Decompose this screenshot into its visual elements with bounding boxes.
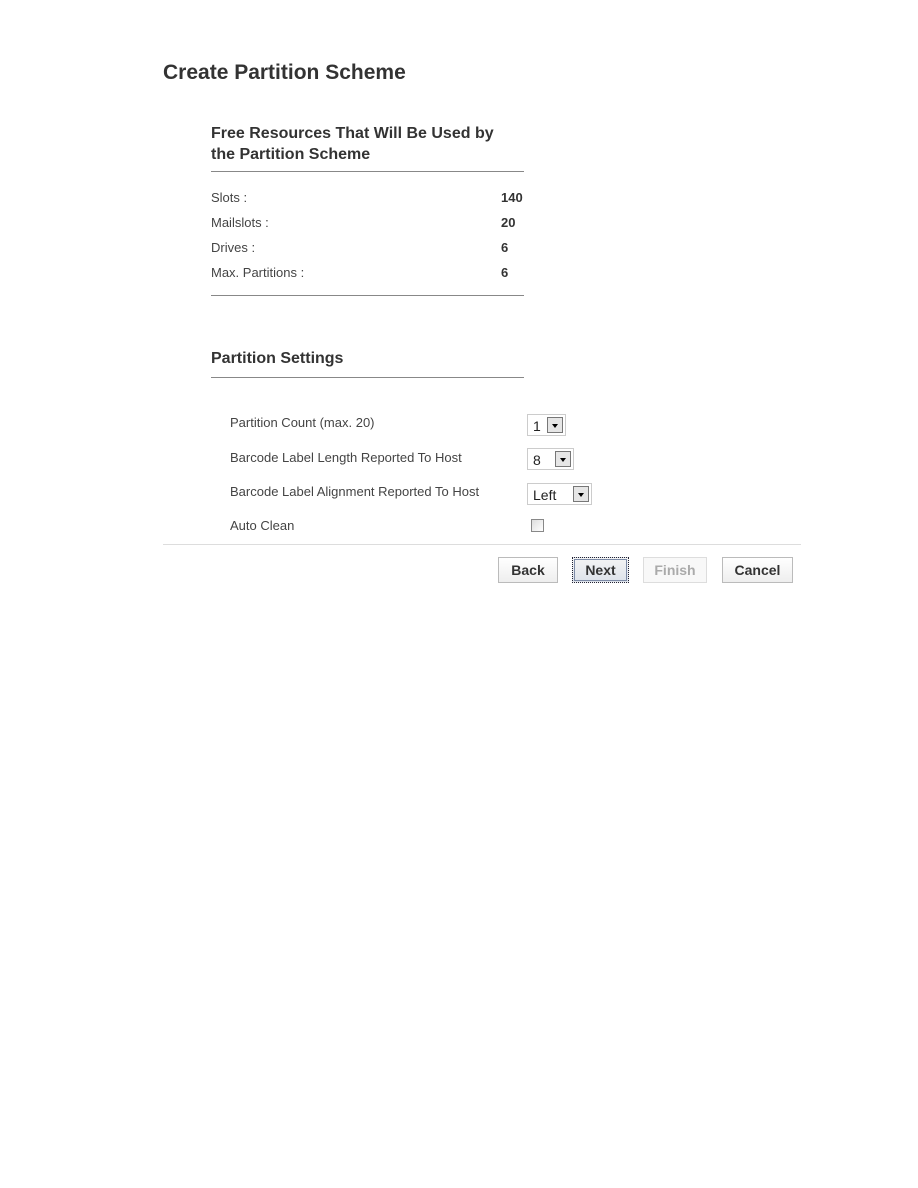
- partition-settings-heading: Partition Settings: [211, 350, 344, 367]
- divider: [211, 295, 524, 296]
- page-title: Create Partition Scheme: [163, 61, 406, 84]
- auto-clean-label: Auto Clean: [230, 518, 295, 533]
- chevron-down-icon: [573, 486, 589, 502]
- auto-clean-checkbox[interactable]: [531, 519, 544, 532]
- barcode-length-label: Barcode Label Length Reported To Host: [230, 450, 462, 465]
- partition-settings-section: Partition Settings: [211, 348, 524, 378]
- resource-row-max-partitions: Max. Partitions : 6: [211, 265, 509, 280]
- finish-button[interactable]: Finish: [643, 557, 707, 583]
- divider: [211, 377, 524, 378]
- partition-count-label: Partition Count (max. 20): [230, 415, 375, 430]
- barcode-length-select[interactable]: 8: [527, 448, 574, 470]
- back-button[interactable]: Back: [498, 557, 558, 583]
- barcode-alignment-select[interactable]: Left: [527, 483, 592, 505]
- chevron-down-icon: [547, 417, 563, 433]
- footer-divider: [163, 544, 801, 545]
- divider: [211, 171, 524, 172]
- free-resources-section: Free Resources That Will Be Used by the …: [211, 123, 524, 296]
- next-button[interactable]: Next: [572, 557, 629, 583]
- resource-row-drives: Drives : 6: [211, 240, 509, 255]
- barcode-alignment-label: Barcode Label Alignment Reported To Host: [230, 484, 480, 499]
- cancel-button[interactable]: Cancel: [722, 557, 793, 583]
- partition-count-select[interactable]: 1: [527, 414, 566, 436]
- resource-row-mailslots: Mailslots : 20: [211, 215, 516, 230]
- free-resources-heading: Free Resources That Will Be Used by the …: [211, 125, 494, 163]
- resource-row-slots: Slots : 140: [211, 190, 523, 205]
- chevron-down-icon: [555, 451, 571, 467]
